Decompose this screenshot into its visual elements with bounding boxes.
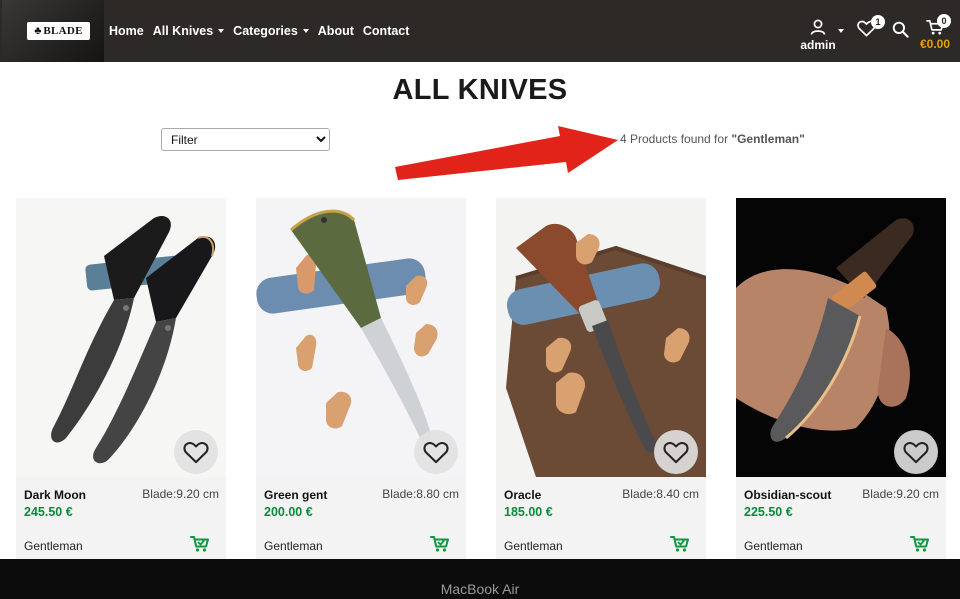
user-name: admin: [800, 38, 836, 52]
favorite-button[interactable]: [414, 430, 458, 474]
product-price: 225.50 €: [744, 505, 793, 519]
user-icon: [810, 19, 826, 35]
nav-all-knives-label: All Knives: [152, 24, 214, 38]
product-price: 245.50 €: [24, 505, 73, 519]
heart-icon: [183, 441, 209, 463]
main-nav: Home All Knives Categories About Contact: [109, 0, 418, 62]
product-blade-length: Blade:9.20 cm: [862, 487, 939, 501]
search-icon[interactable]: [892, 21, 909, 38]
user-menu[interactable]: admin: [798, 19, 844, 53]
chevron-down-icon: [218, 29, 225, 33]
product-card[interactable]: Oracle Blade:8.40 cm 185.00 € Gentleman: [496, 198, 706, 559]
chevron-down-icon: [838, 29, 844, 33]
filter-select[interactable]: Filter: [161, 128, 330, 151]
favorite-button[interactable]: [174, 430, 218, 474]
annotation-arrow: [395, 126, 618, 180]
product-category: Gentleman: [24, 539, 83, 553]
product-image[interactable]: [256, 198, 466, 477]
nav-about-label: About: [317, 24, 354, 38]
heart-icon: [423, 441, 449, 463]
nav-all-knives[interactable]: All Knives: [152, 24, 225, 38]
page-title: ALL KNIVES: [392, 74, 568, 106]
favorite-button[interactable]: [654, 430, 698, 474]
device-bezel: MacBook Air: [0, 559, 960, 599]
add-to-cart-icon[interactable]: [910, 535, 930, 553]
site-logo[interactable]: ♣ BLADE: [27, 22, 90, 40]
product-category: Gentleman: [264, 539, 323, 553]
nav-categories-label: Categories: [233, 24, 298, 38]
heart-icon: [663, 441, 689, 463]
clover-icon: ♣: [34, 24, 42, 37]
add-to-cart-icon[interactable]: [670, 535, 690, 553]
cart-total[interactable]: €0.00: [920, 37, 950, 51]
results-count: 4 Products found for "Gentleman": [620, 132, 805, 146]
product-blade-length: Blade:8.80 cm: [382, 487, 459, 501]
cart-count-badge: 0: [937, 14, 951, 28]
add-to-cart-icon[interactable]: [190, 535, 210, 553]
nav-contact-label: Contact: [362, 24, 410, 38]
nav-about[interactable]: About: [318, 24, 354, 38]
nav-contact[interactable]: Contact: [363, 24, 410, 38]
chevron-down-icon: [302, 29, 309, 33]
product-card[interactable]: Obsidian-scout Blade:9.20 cm 225.50 € Ge…: [736, 198, 946, 559]
results-query: "Gentleman": [731, 132, 805, 146]
nav-home-label: Home: [109, 24, 144, 38]
nav-home[interactable]: Home: [109, 24, 144, 38]
add-to-cart-icon[interactable]: [430, 535, 450, 553]
product-image[interactable]: [496, 198, 706, 477]
logo-text: BLADE: [43, 25, 83, 37]
product-blade-length: Blade:9.20 cm: [142, 487, 219, 501]
favorite-button[interactable]: [894, 430, 938, 474]
product-price: 185.00 €: [504, 505, 553, 519]
product-price: 200.00 €: [264, 505, 313, 519]
logo-container[interactable]: ♣ BLADE: [2, 0, 104, 62]
wishlist-count-badge: 1: [871, 15, 885, 29]
product-image[interactable]: [16, 198, 226, 477]
product-name[interactable]: Oracle: [504, 488, 541, 502]
product-category: Gentleman: [504, 539, 563, 553]
nav-categories[interactable]: Categories: [233, 24, 309, 38]
device-label: MacBook Air: [440, 581, 520, 597]
product-category: Gentleman: [744, 539, 803, 553]
product-card[interactable]: Dark Moon Blade:9.20 cm 245.50 € Gentlem…: [16, 198, 226, 559]
product-name[interactable]: Dark Moon: [24, 488, 86, 502]
heart-icon: [903, 441, 929, 463]
product-blade-length: Blade:8.40 cm: [622, 487, 699, 501]
main-content: ALL KNIVES Filter 4 Products found for "…: [0, 62, 960, 559]
product-name[interactable]: Obsidian-scout: [744, 488, 831, 502]
results-count-text: 4 Products found for: [620, 132, 732, 146]
product-name[interactable]: Green gent: [264, 488, 327, 502]
product-card[interactable]: Green gent Blade:8.80 cm 200.00 € Gentle…: [256, 198, 466, 559]
product-image[interactable]: [736, 198, 946, 477]
top-navbar: ♣ BLADE Home All Knives Categories About…: [0, 0, 960, 62]
